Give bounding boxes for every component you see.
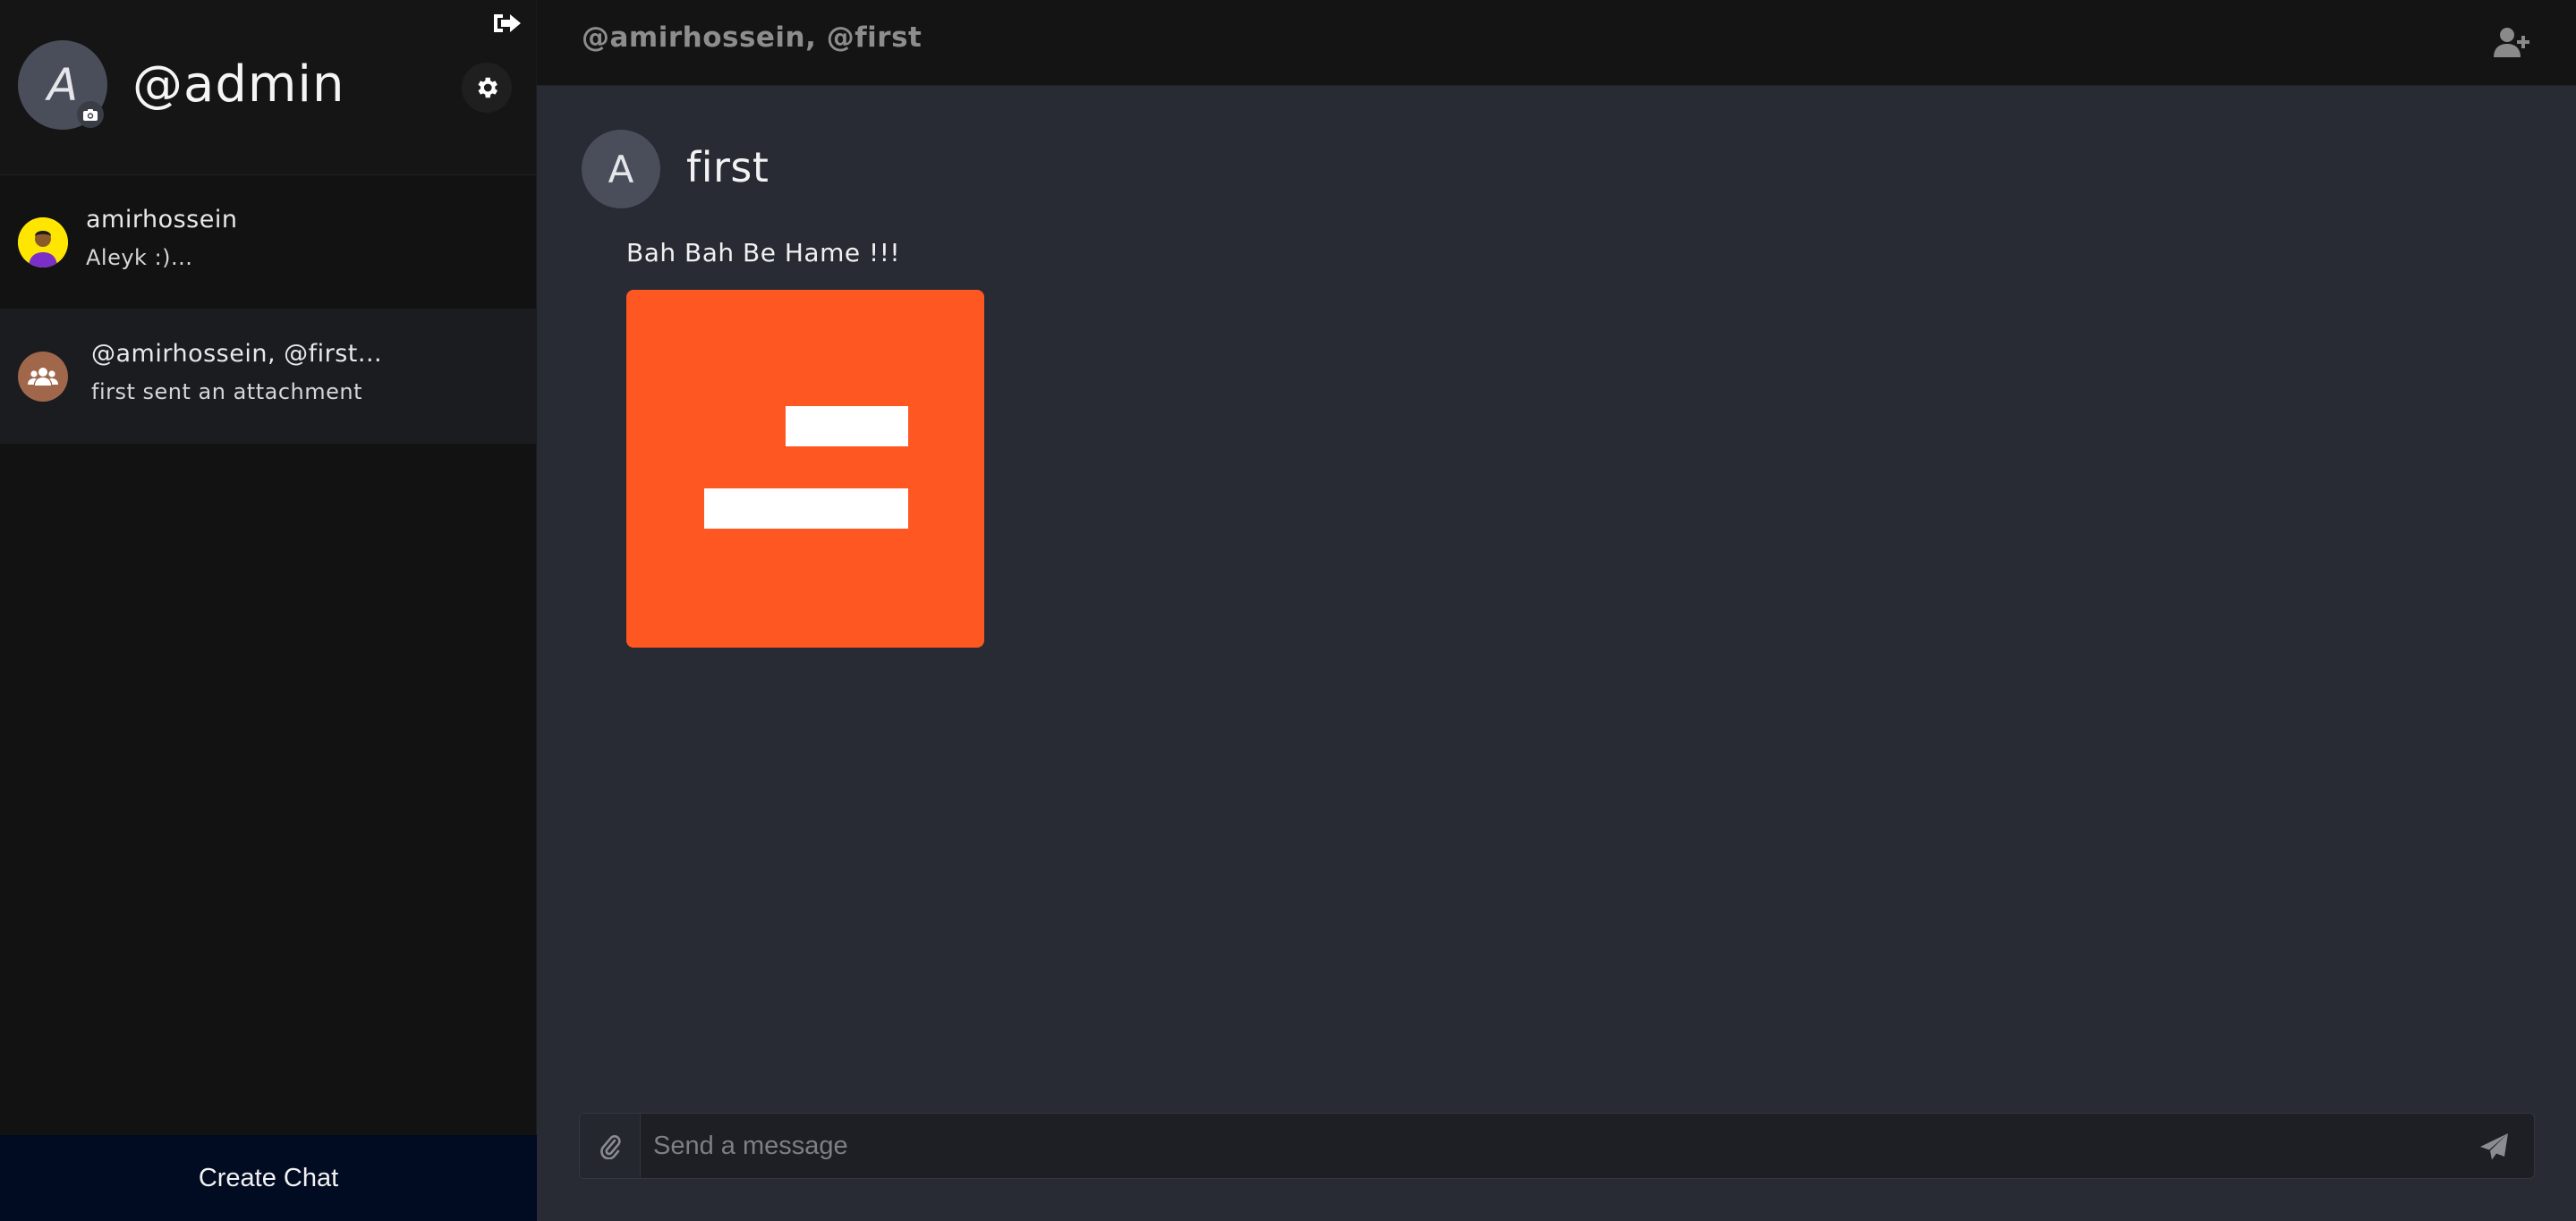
- attachment-shape: [786, 406, 908, 446]
- profile-header: A @admin: [0, 0, 536, 175]
- sender-name: first: [686, 143, 769, 191]
- chat-preview: first sent an attachment: [91, 379, 362, 404]
- add-user-icon[interactable]: [2494, 27, 2531, 59]
- gear-icon[interactable]: [462, 63, 512, 113]
- chat-item-amirhossein[interactable]: amirhossein Aleyk :)...: [0, 175, 536, 309]
- message-text: Bah Bah Be Hame !!!: [626, 238, 901, 267]
- chat-title: @amirhossein, @first...: [91, 340, 383, 368]
- user-avatar: [18, 217, 68, 267]
- sender-avatar[interactable]: A: [582, 130, 660, 208]
- group-icon: [18, 352, 68, 402]
- conversation-header: @amirhossein, @first: [537, 0, 2576, 86]
- profile-avatar[interactable]: A: [18, 40, 107, 130]
- chat-app: A @admin amirhossein Aleyk:)... @amirho…: [0, 0, 2576, 1221]
- chat-list: amirhossein Aleyk :)... @amirhossein, @f…: [0, 175, 536, 444]
- logout-icon[interactable]: [490, 9, 524, 38]
- profile-avatar-initial: A: [47, 59, 79, 111]
- paperclip-icon[interactable]: [580, 1114, 641, 1178]
- attachment-shape: [704, 488, 908, 529]
- conversation-title: @amirhossein, @first: [582, 21, 922, 54]
- message-input[interactable]: [653, 1114, 2452, 1178]
- camera-icon[interactable]: [77, 101, 104, 128]
- chat-preview: Aleyk :)...: [86, 245, 193, 270]
- chat-title: amirhossein: [86, 206, 238, 233]
- attachment-image[interactable]: [626, 290, 984, 648]
- send-icon[interactable]: [2477, 1130, 2512, 1164]
- chat-item-group[interactable]: @amirhossein, @first... first sent an at…: [0, 309, 536, 444]
- sidebar: A @admin amirhossein Aleyk:)... @amirho…: [0, 0, 537, 1221]
- profile-username: @admin: [132, 55, 345, 114]
- conversation-panel: @amirhossein, @first A first Bah Bah Be …: [537, 0, 2576, 1221]
- create-chat-button[interactable]: Create Chat: [0, 1135, 537, 1221]
- message-composer: [579, 1113, 2535, 1179]
